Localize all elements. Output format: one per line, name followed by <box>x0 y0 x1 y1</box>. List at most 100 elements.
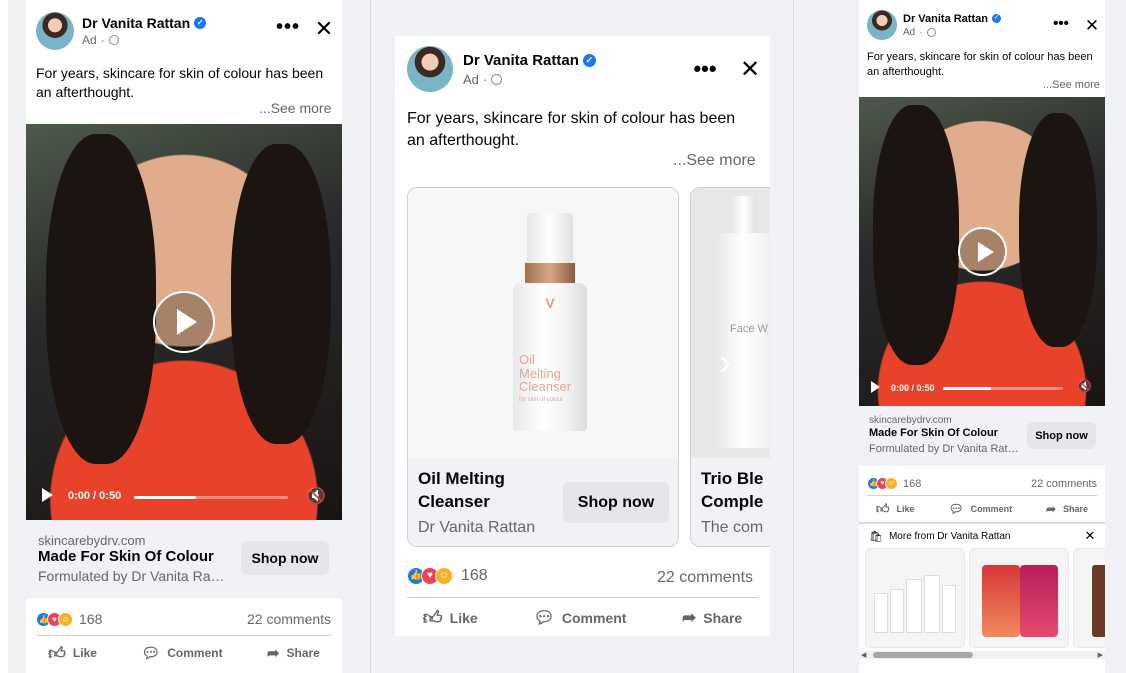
product-thumbnail[interactable] <box>865 548 965 648</box>
advertiser-avatar[interactable] <box>36 12 74 50</box>
comments-count[interactable]: 22 comments <box>1031 478 1097 490</box>
ad-card-video: Dr Vanita Rattan ✓ Ad · ••• ✕ For years,… <box>26 0 342 673</box>
video-time: 0:00 / 0:50 <box>68 490 122 502</box>
page-gutter-left <box>0 0 8 673</box>
ad-video[interactable]: .c3play::after{border-width:10px 0 10px … <box>859 97 1105 406</box>
carousel-card[interactable]: V Oil Melting Cleanser for skin of colou… <box>407 187 679 547</box>
share-button[interactable]: ➦ Share <box>267 644 320 662</box>
comment-icon: 💬︎ <box>533 608 555 627</box>
thumbs-up-icon: 👍︎ <box>48 643 66 663</box>
video-progress[interactable] <box>943 387 1063 390</box>
ad-caption: For years, skincare for skin of colour h… <box>407 110 736 149</box>
see-more-link[interactable]: ...See more <box>259 100 331 116</box>
play-button[interactable] <box>153 291 215 353</box>
reaction-summary[interactable]: 👍 ♥ ☺ 168 <box>407 567 488 585</box>
bottle-body: V Oil Melting Cleanser for skin of colou… <box>513 283 587 431</box>
carousel-card-title: Oil Melting Cleanser <box>418 469 505 511</box>
comment-icon: 💬︎ <box>141 645 161 662</box>
sponsored-label: Ad · <box>82 33 206 47</box>
ad-header: Dr Vanita Rattan ✓ Ad · <box>407 46 596 92</box>
like-button[interactable]: 👍︎ Like <box>876 501 915 517</box>
shop-now-button[interactable]: Shop now <box>1027 422 1096 449</box>
scroll-left-icon[interactable]: ◀ <box>861 651 866 659</box>
page-gutter-mid2 <box>793 0 794 673</box>
cta-panel[interactable]: skincarebydrv.com Made For Skin Of Colou… <box>859 406 1105 466</box>
product-pouch <box>1020 565 1058 637</box>
carousel-card-title: Trio Ble Comple <box>701 469 764 511</box>
action-bar: 👍︎ Like 💬︎ Comment ➦ Share <box>859 500 1105 518</box>
brand-logo-icon: V <box>545 295 555 311</box>
mute-icon[interactable]: 🔇 <box>306 486 326 506</box>
share-icon: ➦ <box>1045 502 1057 516</box>
more-options-icon[interactable]: ••• <box>1051 15 1071 32</box>
mute-icon[interactable]: 🔇 <box>1077 379 1092 393</box>
cta-description: Formulated by Dr Vanita Rattan <box>38 568 228 584</box>
ad-video[interactable]: .c1 .play::after{border-width:13px 0 13p… <box>26 124 342 520</box>
more-options-icon[interactable]: ••• <box>276 16 300 39</box>
video-controls: 0:00 / 0:50 🔇 <box>859 370 1105 406</box>
close-icon[interactable]: ✕ <box>1083 529 1097 543</box>
product-image: Face W <box>691 188 770 458</box>
thumbs-up-icon: 👍︎ <box>875 501 890 516</box>
comments-count[interactable]: 22 comments <box>247 611 331 627</box>
see-more-link[interactable]: ...See more <box>1043 79 1100 91</box>
bottle-collar <box>525 263 575 283</box>
cta-domain: skincarebydrv.com <box>38 533 146 548</box>
close-icon[interactable]: ✕ <box>313 18 335 40</box>
video-scene <box>231 144 331 444</box>
product-bottle <box>906 579 922 633</box>
comment-button[interactable]: 💬︎ Comment <box>141 644 222 662</box>
play-small-icon[interactable] <box>871 381 880 393</box>
advertiser-name[interactable]: Dr Vanita Rattan ✓ <box>82 15 207 31</box>
sponsored-label: Ad · <box>903 27 1001 38</box>
scroll-right-icon[interactable]: ▶ <box>1098 651 1103 659</box>
product-thumbnail[interactable] <box>969 548 1069 648</box>
share-button[interactable]: ➦ Share <box>682 608 742 628</box>
close-icon[interactable]: ✕ <box>738 58 762 82</box>
globe-icon <box>108 35 119 45</box>
like-button[interactable]: 👍︎ Like <box>48 643 97 664</box>
video-progress-fill <box>134 496 196 499</box>
play-button[interactable] <box>958 227 1007 276</box>
cta-panel[interactable]: skincarebydrv.com Made For Skin Of Colou… <box>26 520 342 598</box>
more-options-icon[interactable]: ••• <box>692 56 718 82</box>
reaction-summary[interactable]: 👍 ♥ ☺ 168 <box>867 477 921 490</box>
reaction-summary[interactable]: 👍 ♥ ☺ 168 <box>36 611 102 627</box>
reaction-count: 168 <box>79 611 103 627</box>
video-time: 0:00 / 0:50 <box>891 383 935 393</box>
advertiser-avatar[interactable] <box>407 46 453 92</box>
care-reaction-icon: ☺ <box>435 567 453 585</box>
advertiser-avatar[interactable] <box>867 10 897 40</box>
horizontal-scrollbar[interactable]: ◀ ▶ <box>859 651 1105 659</box>
shop-now-button[interactable]: Shop now <box>241 541 329 575</box>
globe-icon <box>491 73 503 85</box>
cta-description: Formulated by Dr Vanita Rattan <box>869 443 1019 455</box>
like-button[interactable]: 👍︎ Like <box>423 607 478 630</box>
verified-icon: ✓ <box>194 17 207 29</box>
product-image: V Oil Melting Cleanser for skin of colou… <box>408 188 678 458</box>
product-pouch <box>1092 565 1105 637</box>
cta-headline: Made For Skin Of Colour <box>869 427 998 439</box>
share-button[interactable]: ➦ Share <box>1046 502 1088 516</box>
action-bar: 👍︎ Like 💬︎ Comment ➦ Share <box>395 606 770 630</box>
video-progress[interactable] <box>134 496 288 499</box>
sponsored-label: Ad · <box>463 72 596 87</box>
product-thumbnail[interactable] <box>1073 548 1105 648</box>
comments-count[interactable]: 22 comments <box>657 569 753 587</box>
comment-button[interactable]: 💬︎ Comment <box>533 608 626 628</box>
shop-now-button[interactable]: Shop now <box>563 482 669 523</box>
chevron-right-icon[interactable]: › <box>707 344 743 380</box>
advertiser-name[interactable]: Dr Vanita Rattan ✓ <box>903 13 1001 25</box>
play-small-icon[interactable] <box>42 488 53 502</box>
comment-button[interactable]: 💬︎ Comment <box>948 502 1012 516</box>
see-more-link[interactable]: ...See more <box>673 152 756 170</box>
actions-divider <box>36 635 332 636</box>
scrollbar-thumb[interactable] <box>873 652 973 658</box>
bottle-label: Face W <box>730 323 768 335</box>
shopping-bag-icon: 🛍︎ <box>869 531 883 543</box>
advertiser-name[interactable]: Dr Vanita Rattan ✓ <box>463 52 596 69</box>
product-bottle <box>890 589 904 633</box>
close-icon[interactable]: ✕ <box>1083 17 1101 34</box>
comment-icon: 💬︎ <box>948 502 964 516</box>
carousel-card-footer: Trio Ble Comple The com <box>691 458 770 546</box>
